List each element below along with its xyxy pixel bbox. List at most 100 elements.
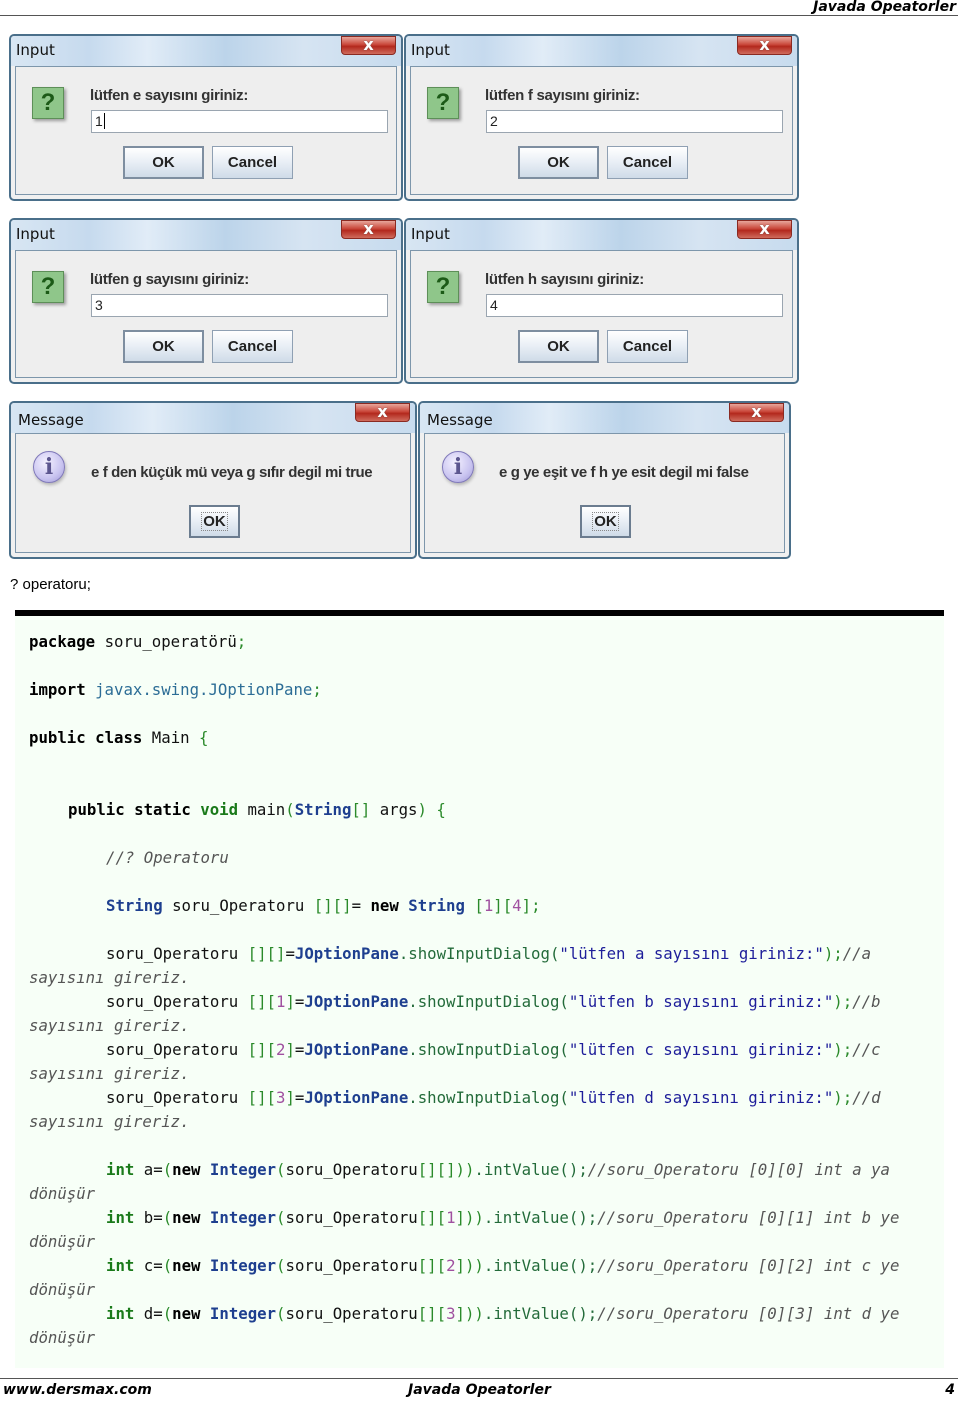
method: .intValue(); [474, 1160, 588, 1179]
dialog-content: ? lütfen h sayısını giriniz: 4 OK Cancel [410, 250, 793, 378]
keyword: new [370, 896, 399, 915]
footer-title: Javada Opeatorler [408, 1382, 551, 1398]
comment: //soru_Operatoru [0][1] int b ye [597, 1208, 900, 1227]
comment: //d [852, 1088, 881, 1107]
dialog-content: ? lütfen e sayısını giriniz: 1 OK Cancel [15, 66, 397, 195]
number: 3 [446, 1304, 456, 1323]
punctuation: ( [162, 1304, 173, 1323]
number: 2 [446, 1256, 456, 1275]
code-line-cont: dönüşür [29, 1232, 96, 1251]
comment: //soru_Operatoru [0][0] int a ya [587, 1160, 890, 1179]
close-button[interactable]: x [737, 36, 792, 55]
question-icon: ? [427, 87, 459, 119]
input-value: 1 [95, 113, 103, 129]
close-button[interactable]: x [355, 403, 410, 422]
cancel-button[interactable]: Cancel [607, 146, 688, 179]
identifier: soru_Operatoru [162, 896, 314, 915]
number-input[interactable]: 1 [91, 110, 388, 133]
close-button[interactable]: x [729, 403, 784, 422]
dialog-prompt: lütfen h sayısını giriniz: [485, 271, 644, 288]
cancel-button[interactable]: Cancel [212, 146, 293, 179]
close-button[interactable]: x [341, 36, 396, 55]
dialog-title: Message [427, 411, 493, 429]
punctuation: ( [276, 1304, 286, 1323]
punctuation: ( [162, 1160, 173, 1179]
identifier: javax.swing.JOptionPane [85, 680, 313, 699]
ok-button[interactable]: OK [189, 505, 240, 538]
number-input[interactable]: 4 [486, 294, 783, 317]
identifier: soru_Operatoru [106, 944, 248, 963]
dialog-titlebar[interactable]: Input x [11, 220, 401, 250]
keyword: int [106, 1208, 135, 1227]
punctuation: ] [285, 992, 295, 1011]
keyword: void [200, 800, 239, 819]
keyword: import [29, 680, 86, 699]
code-line-assign-c: soru_Operatoru [][2]=JOptionPane.showInp… [106, 1040, 881, 1059]
punctuation: [][ [247, 992, 277, 1011]
cancel-button[interactable]: Cancel [607, 330, 688, 363]
type: Integer [200, 1256, 277, 1275]
dialog-titlebar[interactable]: Input x [406, 220, 797, 250]
identifier: soru_Operatoru [285, 1208, 418, 1227]
identifier: main [238, 800, 286, 819]
code-line-import: import javax.swing.JOptionPane; [29, 680, 322, 699]
keyword: public [68, 800, 125, 819]
close-icon: x [363, 35, 374, 54]
info-icon: i [33, 451, 65, 483]
code-line-comment: //? Operatoru [106, 848, 229, 867]
code-line-package: package soru_operatörü; [29, 632, 246, 651]
dialog-titlebar[interactable]: Message x [420, 403, 789, 433]
message-dialog-false: Message x i e g ye eşit ve f h ye esit d… [418, 401, 791, 559]
header-title: Javada Opeatorler [813, 0, 956, 15]
punctuation: [][ [247, 944, 277, 963]
section-label: ? operatoru; [10, 576, 91, 593]
input-dialog-e: Input x ? lütfen e sayısını giriniz: 1 O… [9, 34, 403, 201]
dialog-content: i e f den küçük mü veya g sıfır degil mi… [15, 433, 411, 553]
ok-button[interactable]: OK [123, 330, 204, 363]
punctuation: [][ [417, 1256, 447, 1275]
number-input[interactable]: 2 [486, 110, 783, 133]
question-icon: ? [32, 87, 64, 119]
punctuation: [][] [313, 896, 352, 915]
code-line-cont: sayısını gireriz. [29, 1112, 190, 1131]
keyword: package [29, 632, 96, 651]
method: .showInputDialog( [408, 1040, 569, 1059]
number-input[interactable]: 3 [91, 294, 388, 317]
keyword: int [106, 1160, 135, 1179]
identifier: d= [134, 1304, 163, 1323]
cancel-button[interactable]: Cancel [212, 330, 293, 363]
dialog-content: ? lütfen f sayısını giriniz: 2 OK Cancel [410, 66, 793, 195]
input-dialog-f: Input x ? lütfen f sayısını giriniz: 2 O… [404, 34, 799, 201]
punctuation: ( [276, 1160, 286, 1179]
string: "lütfen c sayısını giriniz:" [568, 1040, 834, 1059]
punctuation: ]; [521, 896, 541, 915]
ok-button[interactable]: OK [518, 146, 599, 179]
keyword: new [172, 1256, 201, 1275]
dialog-titlebar[interactable]: Message x [11, 403, 415, 433]
keyword: static [134, 800, 191, 819]
close-icon: x [363, 219, 374, 238]
footer-website[interactable]: www.dersmax.com [3, 1382, 152, 1398]
dialog-titlebar[interactable]: Input x [406, 36, 797, 66]
comment: //b [852, 992, 881, 1011]
punctuation: [][ [247, 1040, 277, 1059]
dialog-titlebar[interactable]: Input x [11, 36, 401, 66]
ok-label: OK [592, 512, 619, 531]
type: Integer [200, 1208, 277, 1227]
close-button[interactable]: x [737, 220, 792, 239]
code-line-class: public class Main { [29, 728, 208, 747]
ok-button[interactable]: OK [123, 146, 204, 179]
dialog-title: Message [18, 411, 84, 429]
close-button[interactable]: x [341, 220, 396, 239]
punctuation: ( [276, 1208, 286, 1227]
code-line-assign-d: soru_Operatoru [][3]=JOptionPane.showInp… [106, 1088, 881, 1107]
punctuation: ( [162, 1208, 173, 1227]
punctuation: ][ [493, 896, 513, 915]
punctuation: [][ [417, 1304, 447, 1323]
ok-button[interactable]: OK [518, 330, 599, 363]
type: JOptionPane [304, 992, 409, 1011]
punctuation: ; [312, 680, 322, 699]
ok-button[interactable]: OK [580, 505, 631, 538]
question-icon: ? [427, 271, 459, 303]
